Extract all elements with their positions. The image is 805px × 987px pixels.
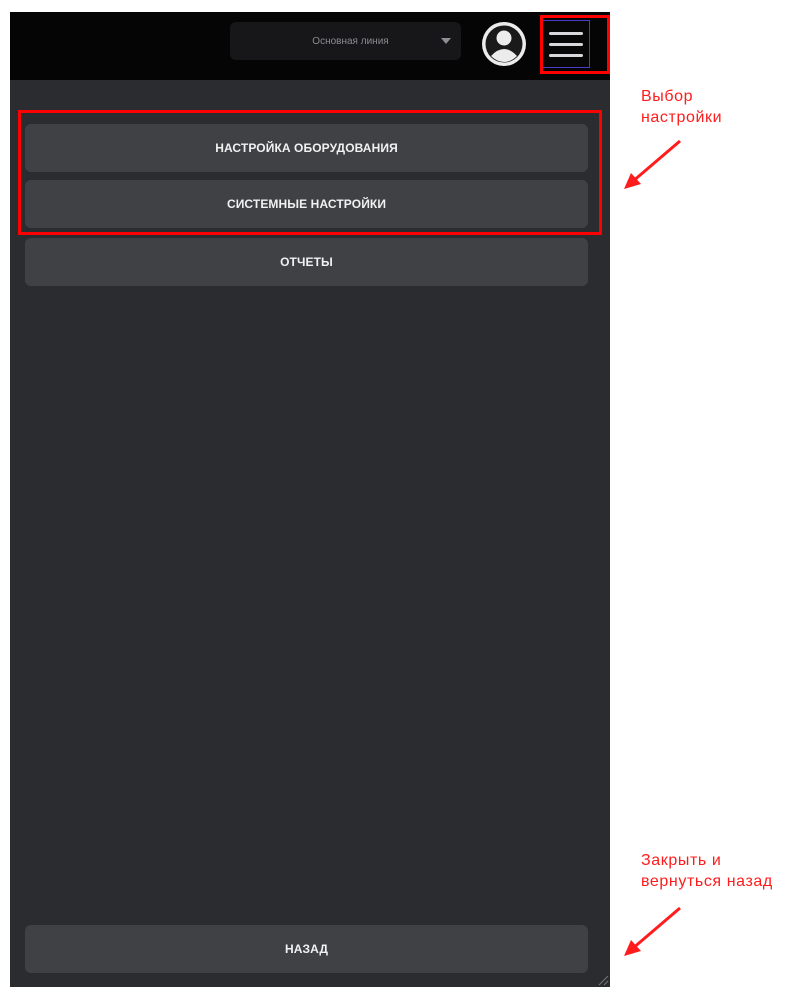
line-select-value: Основная линия	[312, 35, 389, 47]
system-settings-button[interactable]: СИСТЕМНЫЕ НАСТРОЙКИ	[25, 180, 588, 228]
hamburger-menu-icon[interactable]	[542, 20, 590, 68]
menu-bar-line	[549, 31, 583, 35]
reports-button[interactable]: ОТЧЕТЫ	[25, 238, 588, 286]
arrow-icon	[624, 139, 681, 189]
line-select-dropdown[interactable]: Основная линия	[230, 22, 461, 60]
resize-grip-icon[interactable]	[595, 972, 609, 986]
caret-down-icon	[441, 38, 451, 44]
back-button[interactable]: НАЗАД	[25, 925, 588, 973]
menu-bar-line	[549, 42, 583, 46]
top-bar: Основная линия	[10, 12, 610, 80]
equipment-settings-button[interactable]: НАСТРОЙКА ОБОРУДОВАНИЯ	[25, 124, 588, 172]
menu-bar-line	[549, 53, 583, 57]
user-circle-icon[interactable]	[480, 20, 528, 68]
arrow-icon	[624, 906, 681, 956]
annotation-select-settings: Выбор настройки	[641, 88, 723, 126]
app-panel: Основная линия НАСТРОЙКА ОБОРУДОВАНИЯ СИ…	[10, 12, 610, 987]
annotation-close-back: Закрыть и вернуться назад	[641, 852, 773, 890]
